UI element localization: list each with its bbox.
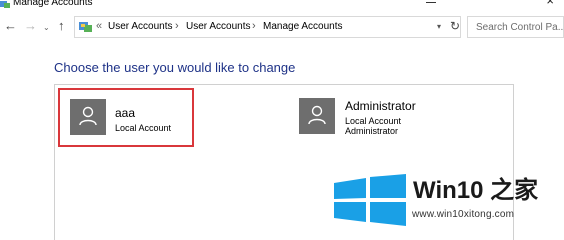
account-role-line: Administrator <box>345 126 399 136</box>
title-bar: Manage Accounts × <box>0 0 564 12</box>
user-avatar-icon <box>70 99 106 135</box>
watermark-url: www.win10xitong.com <box>412 209 515 220</box>
account-tile-administrator[interactable]: Administrator Local Account Administrato… <box>298 96 448 144</box>
forward-arrow-icon[interactable]: → <box>24 19 37 33</box>
breadcrumb-separator[interactable]: › <box>175 20 179 32</box>
account-tile-aaa[interactable]: aaa Local Account <box>58 88 194 147</box>
search-input[interactable]: Search Control Pa... <box>467 16 564 38</box>
user-avatar-icon <box>299 98 335 134</box>
control-panel-icon <box>79 22 92 32</box>
control-panel-icon <box>0 1 10 8</box>
search-placeholder: Search Control Pa... <box>476 22 564 33</box>
account-type: Local Account <box>115 123 172 133</box>
navigation-bar: ← → ⌄ ↑ « User Accounts › User Accounts … <box>0 12 564 42</box>
account-name: Administrator <box>345 99 416 113</box>
minimize-button[interactable] <box>426 2 436 3</box>
back-arrow-icon[interactable]: ← <box>4 19 17 33</box>
refresh-icon[interactable]: ↻ <box>450 19 460 33</box>
breadcrumb-user-accounts-2[interactable]: User Accounts <box>186 21 250 32</box>
up-arrow-icon[interactable]: ↑ <box>58 19 65 33</box>
breadcrumb-separator[interactable]: › <box>252 20 256 32</box>
window-controls: × <box>424 0 564 8</box>
window-title: Manage Accounts <box>13 0 93 8</box>
page-heading: Choose the user you would like to change <box>54 60 296 75</box>
close-button[interactable]: × <box>546 0 554 8</box>
account-type-line: Local Account <box>345 116 402 126</box>
breadcrumb-user-accounts[interactable]: User Accounts <box>108 21 172 32</box>
watermark-brand: Win10 之家 <box>413 177 539 204</box>
account-type: Local Account Administrator <box>345 116 401 136</box>
windows-logo-icon <box>334 174 406 226</box>
address-dropdown-icon[interactable]: ▾ <box>437 22 441 31</box>
address-bar[interactable]: « User Accounts › User Accounts › Manage… <box>74 16 461 38</box>
chevron-down-icon[interactable]: ⌄ <box>43 21 50 35</box>
account-name: aaa <box>115 106 136 120</box>
breadcrumb-overflow[interactable]: « <box>96 20 102 32</box>
breadcrumb-manage-accounts[interactable]: Manage Accounts <box>263 21 343 32</box>
